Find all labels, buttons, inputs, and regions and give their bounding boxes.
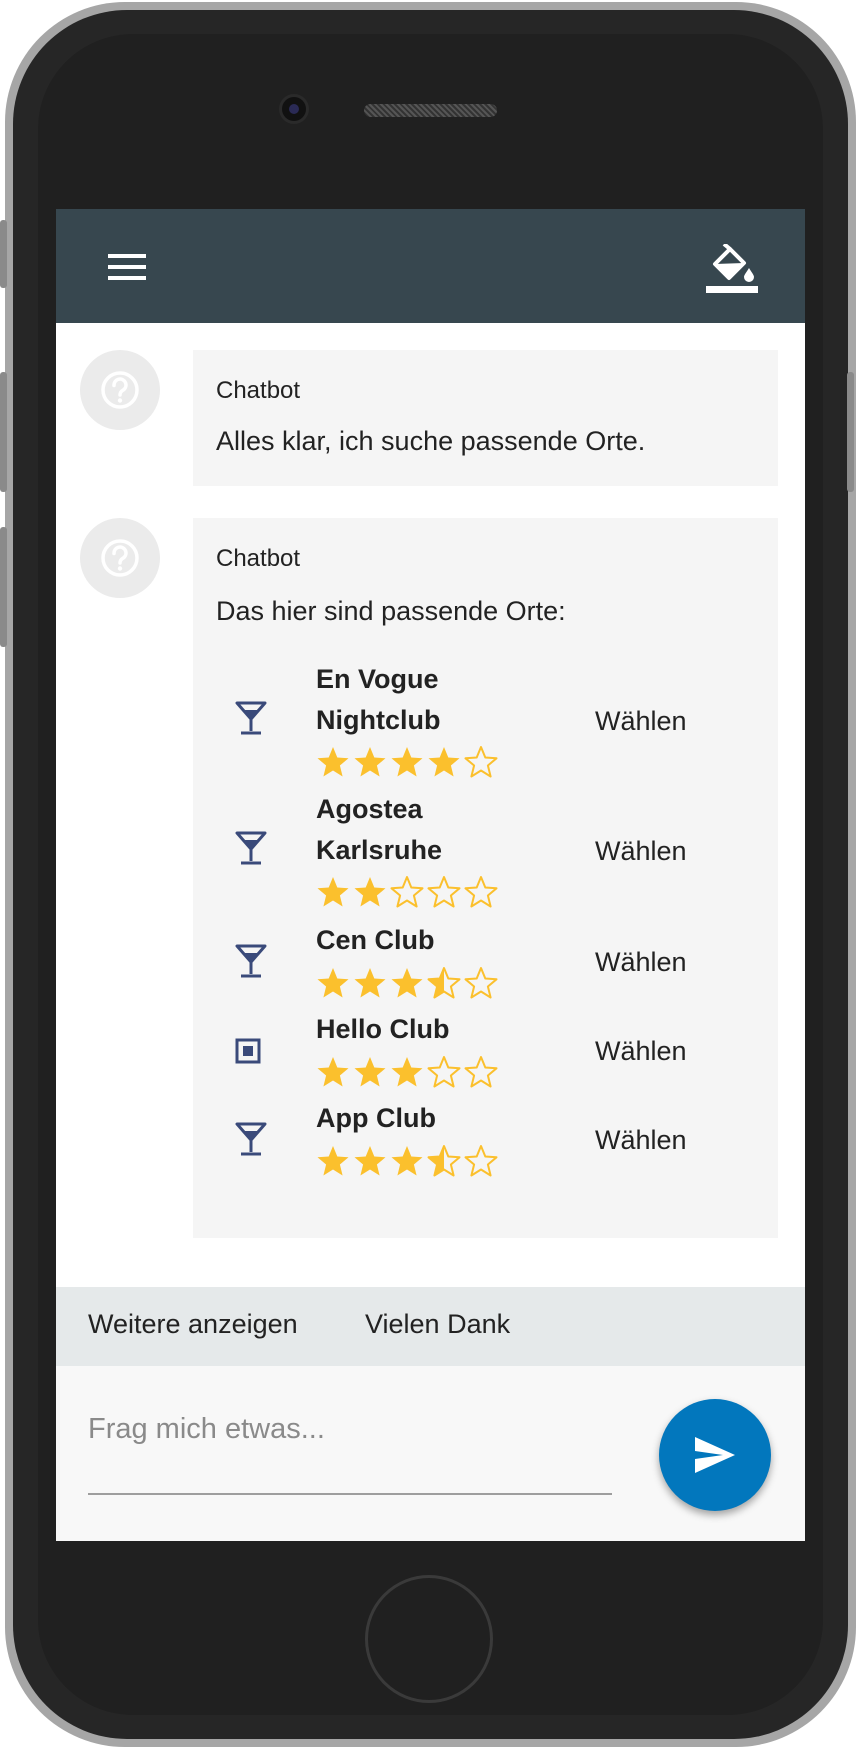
star-empty-icon bbox=[427, 1056, 461, 1088]
rating-stars bbox=[316, 875, 498, 909]
suggestion-bar: Weitere anzeigen Vielen Dank bbox=[56, 1287, 805, 1366]
place-name: Cen Club bbox=[316, 925, 435, 955]
star-empty-icon bbox=[427, 876, 461, 908]
star-full-icon bbox=[317, 747, 349, 777]
place-item: Cen Club Wählen bbox=[193, 920, 753, 1004]
app-bar bbox=[56, 209, 805, 323]
suggestion-thanks[interactable]: Vielen Dank bbox=[365, 1309, 510, 1340]
place-name: Agostea Karlsruhe bbox=[316, 789, 442, 871]
format-color-fill-icon[interactable] bbox=[706, 242, 758, 294]
star-full-icon bbox=[354, 1146, 386, 1176]
star-full-icon bbox=[391, 1146, 423, 1176]
rating-stars bbox=[316, 745, 498, 779]
choose-button[interactable]: Wählen bbox=[595, 947, 687, 978]
place-name: App Club bbox=[316, 1103, 436, 1133]
rating-stars bbox=[316, 1055, 498, 1089]
star-full-icon bbox=[354, 968, 386, 998]
place-item: App Club Wählen bbox=[193, 1098, 753, 1182]
place-name: En Vogue Nightclub bbox=[316, 659, 440, 741]
rating-stars bbox=[316, 1144, 498, 1178]
star-full-icon bbox=[428, 747, 460, 777]
choose-button[interactable]: Wählen bbox=[595, 1125, 687, 1156]
chatbot-avatar bbox=[80, 350, 160, 430]
send-icon bbox=[695, 1437, 735, 1473]
place-name-line: Nightclub bbox=[316, 705, 441, 735]
message-text: Das hier sind passende Orte: bbox=[216, 596, 566, 626]
input-underline bbox=[88, 1493, 612, 1495]
star-full-icon bbox=[317, 968, 349, 998]
cocktail-bar-icon bbox=[235, 1122, 267, 1161]
chatbot-avatar bbox=[80, 518, 160, 598]
choose-button[interactable]: Wählen bbox=[595, 836, 687, 867]
star-full-icon bbox=[317, 1057, 349, 1087]
square-marker-icon bbox=[235, 1038, 261, 1069]
suggestion-show-more[interactable]: Weitere anzeigen bbox=[88, 1309, 298, 1340]
star-half-icon bbox=[427, 967, 461, 999]
choose-button[interactable]: Wählen bbox=[595, 706, 687, 737]
message-sender: Chatbot bbox=[216, 545, 301, 572]
message-text: Alles klar, ich suche passende Orte. bbox=[216, 426, 646, 456]
help-circle-icon bbox=[101, 371, 139, 409]
menu-icon[interactable] bbox=[108, 254, 146, 280]
phone-side-button bbox=[0, 220, 7, 288]
place-item: Agostea Karlsruhe Wählen bbox=[193, 789, 753, 911]
cocktail-bar-icon bbox=[235, 701, 267, 740]
star-full-icon bbox=[391, 747, 423, 777]
star-empty-icon bbox=[464, 746, 498, 778]
star-empty-icon bbox=[464, 1056, 498, 1088]
star-full-icon bbox=[317, 1146, 349, 1176]
place-name-line: Karlsruhe bbox=[316, 835, 443, 865]
phone-side-button bbox=[847, 372, 854, 492]
phone-side-button bbox=[0, 527, 7, 647]
place-name-line: Agostea bbox=[316, 794, 423, 824]
cocktail-bar-icon bbox=[235, 831, 267, 870]
input-area bbox=[56, 1366, 805, 1541]
place-item: En Vogue Nightclub Wählen bbox=[193, 659, 753, 781]
star-empty-icon bbox=[464, 967, 498, 999]
place-item: Hello Club Wählen bbox=[193, 1009, 753, 1093]
message-sender: Chatbot bbox=[216, 377, 301, 404]
phone-camera bbox=[282, 97, 306, 121]
star-full-icon bbox=[391, 968, 423, 998]
star-empty-icon bbox=[464, 1145, 498, 1177]
star-full-icon bbox=[391, 1057, 423, 1087]
chat-screen: Chatbot Alles klar, ich suche passende O… bbox=[56, 209, 805, 1541]
choose-button[interactable]: Wählen bbox=[595, 1036, 687, 1067]
star-full-icon bbox=[354, 877, 386, 907]
place-name-line: En Vogue bbox=[316, 664, 439, 694]
message-bubble: Chatbot Das hier sind passende Orte: En … bbox=[193, 518, 778, 1238]
star-empty-icon bbox=[390, 876, 424, 908]
star-half-icon bbox=[427, 1145, 461, 1177]
star-full-icon bbox=[354, 747, 386, 777]
phone-side-button bbox=[0, 372, 7, 492]
star-full-icon bbox=[317, 877, 349, 907]
message-input[interactable] bbox=[88, 1404, 612, 1454]
place-name: Hello Club bbox=[316, 1014, 450, 1044]
rating-stars bbox=[316, 966, 498, 1000]
cocktail-bar-icon bbox=[235, 944, 267, 983]
message-bubble: Chatbot Alles klar, ich suche passende O… bbox=[193, 350, 778, 486]
star-full-icon bbox=[354, 1057, 386, 1087]
phone-speaker bbox=[364, 104, 497, 117]
send-button[interactable] bbox=[659, 1399, 771, 1511]
phone-home-button bbox=[365, 1575, 493, 1703]
help-circle-icon bbox=[101, 539, 139, 577]
star-empty-icon bbox=[464, 876, 498, 908]
